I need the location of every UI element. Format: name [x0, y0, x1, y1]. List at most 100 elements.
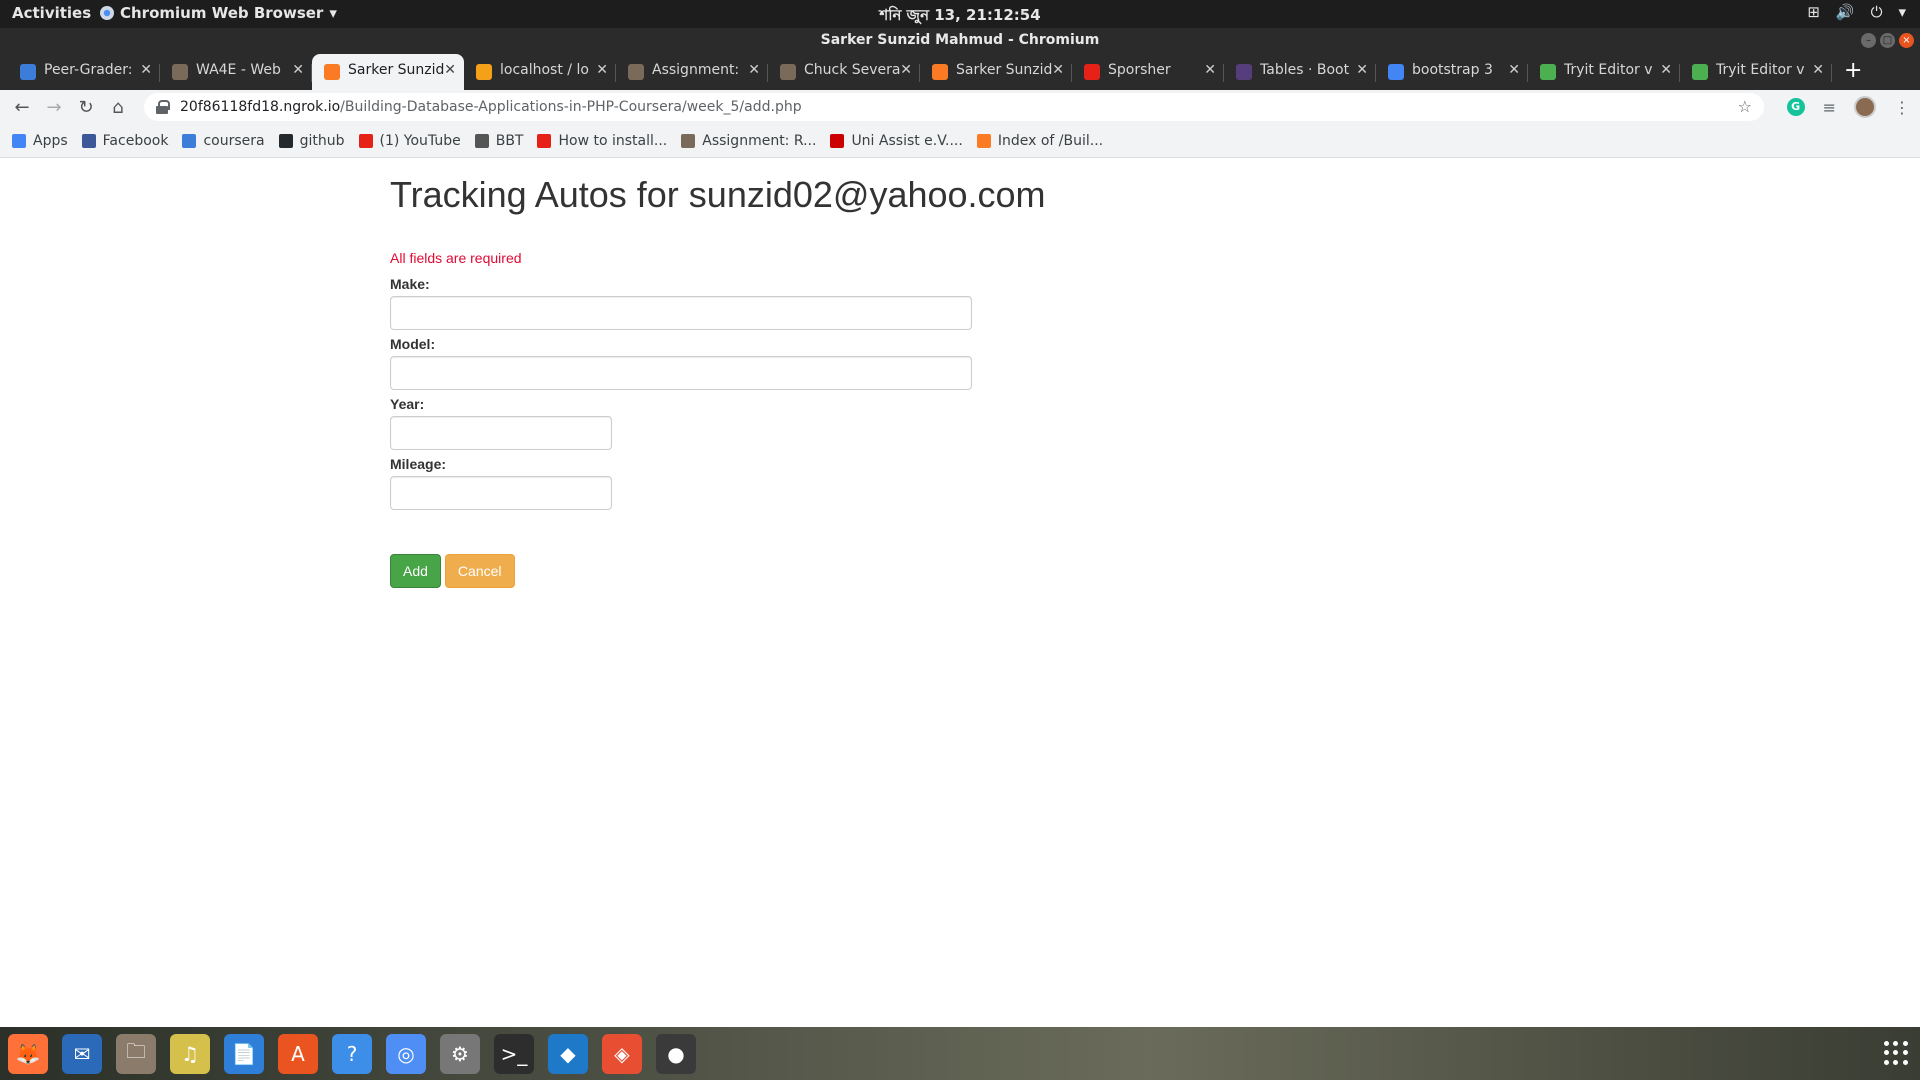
close-tab-icon[interactable]: ✕ — [444, 62, 456, 78]
xampp-icon — [932, 64, 948, 80]
browser-tab[interactable]: WA4E - Web ✕ — [160, 54, 312, 90]
bookmark-label: Apps — [33, 132, 68, 149]
browser-tab[interactable]: Sporsher ✕ — [1072, 54, 1224, 90]
maximize-icon[interactable]: □ — [1880, 33, 1895, 48]
bookmark-item[interactable]: Assignment: R... — [681, 133, 816, 149]
tab-label: Sarker Sunzid — [348, 62, 445, 78]
terminal-icon[interactable]: >_ — [494, 1033, 534, 1074]
close-tab-icon[interactable]: ✕ — [900, 62, 912, 78]
libreoffice-writer-icon[interactable]: 📄 — [224, 1033, 264, 1074]
tab-separator — [1831, 64, 1832, 82]
menu-icon[interactable]: ⋮ — [1894, 98, 1910, 117]
lock-icon[interactable] — [156, 100, 170, 114]
close-tab-icon[interactable]: ✕ — [748, 62, 760, 78]
browser-tab[interactable]: Chuck Severa ✕ — [768, 54, 920, 90]
year-input[interactable] — [390, 416, 612, 450]
browser-tab[interactable]: Assignment: ✕ — [616, 54, 768, 90]
tab-label: Tryit Editor v — [1716, 62, 1805, 78]
chromium-icon[interactable]: ◎ — [386, 1033, 426, 1074]
settings-icon[interactable]: ⚙ — [440, 1033, 480, 1074]
cancel-button[interactable]: Cancel — [444, 554, 515, 588]
bookmark-item[interactable]: How to install... — [537, 133, 667, 149]
browser-tab[interactable]: Sarker Sunzid ✕ — [920, 54, 1072, 90]
close-tab-icon[interactable]: ✕ — [1052, 62, 1064, 78]
phpmyadmin-icon — [476, 64, 492, 80]
screen-recorder-icon[interactable]: ● — [656, 1033, 696, 1074]
bookmark-item[interactable]: coursera — [182, 132, 265, 149]
browser-tab[interactable]: localhost / lo ✕ — [464, 54, 616, 90]
youtube-icon — [537, 133, 552, 148]
reload-icon[interactable]: ↻ — [70, 97, 102, 118]
rhythmbox-icon[interactable]: ♫ — [170, 1033, 210, 1074]
close-tab-icon[interactable]: ✕ — [1204, 62, 1216, 78]
bookmark-item[interactable]: Uni Assist e.V.... — [830, 133, 963, 149]
wa4e-icon — [172, 64, 188, 80]
app-menu-label: Chromium Web Browser — [120, 4, 324, 22]
home-icon[interactable]: ⌂ — [102, 97, 134, 118]
browser-tab[interactable]: Tryit Editor v ✕ — [1528, 54, 1680, 90]
youtube-icon — [358, 133, 373, 148]
close-icon[interactable]: × — [1899, 33, 1914, 48]
bookmark-item[interactable]: BBT — [474, 133, 523, 149]
close-tab-icon[interactable]: ✕ — [596, 62, 608, 78]
forward-icon[interactable]: → — [38, 97, 70, 118]
mileage-input[interactable] — [390, 476, 612, 510]
make-label: Make: — [390, 276, 430, 292]
browser-tab[interactable]: Peer-Grader: ✕ — [8, 54, 160, 90]
software-center-icon[interactable]: A — [278, 1033, 318, 1074]
bookmark-item[interactable]: Apps — [12, 133, 68, 149]
grammarly-extension-icon[interactable]: G — [1786, 98, 1805, 116]
browser-tab[interactable]: Sarker Sunzid ✕ — [312, 54, 464, 90]
close-tab-icon[interactable]: ✕ — [292, 62, 304, 78]
media-controls-icon[interactable]: ≡ — [1823, 98, 1836, 117]
dock: 🦊 ✉ 🗀 ♫ 📄 A? ◎ ⚙ >_ ◆ ◈ ● — [0, 1027, 1920, 1080]
add-button[interactable]: Add — [390, 554, 441, 588]
chevron-down-icon[interactable]: ▾ — [1898, 3, 1906, 21]
bookmark-star-icon[interactable]: ☆ — [1738, 97, 1752, 116]
wa4e-icon — [628, 64, 644, 80]
close-tab-icon[interactable]: ✕ — [1660, 62, 1672, 78]
app-menu[interactable]: Chromium Web Browser ▾ — [100, 4, 337, 22]
mileage-label: Mileage: — [390, 456, 447, 472]
activities-button[interactable]: Activities — [12, 4, 91, 22]
system-tray[interactable]: ⊞ 🔊 ⏻ ▾ — [1807, 3, 1906, 21]
make-input[interactable] — [390, 296, 972, 330]
bookmark-label: coursera — [203, 132, 265, 149]
address-bar[interactable]: 20f86118fd18.ngrok.io/Building-Database-… — [144, 93, 1764, 121]
web-page: Tracking Autos for sunzid02@yahoo.com Al… — [0, 159, 1920, 1027]
vscode-icon[interactable]: ◆ — [548, 1033, 588, 1074]
back-icon[interactable]: ← — [6, 97, 38, 118]
wa4e-icon — [681, 133, 696, 148]
network-icon[interactable]: ⊞ — [1807, 3, 1820, 21]
close-tab-icon[interactable]: ✕ — [1356, 62, 1368, 78]
bookmark-label: Index of /Buil... — [997, 132, 1104, 149]
power-icon[interactable]: ⏻ — [1871, 3, 1883, 21]
browser-tab[interactable]: Tables · Boot ✕ — [1224, 54, 1376, 90]
github-icon — [278, 133, 293, 148]
close-tab-icon[interactable]: ✕ — [1812, 62, 1824, 78]
bookmark-item[interactable]: github — [278, 133, 345, 149]
show-applications-icon[interactable] — [1884, 1041, 1908, 1065]
chromium-icon — [100, 6, 114, 20]
minimize-icon[interactable]: – — [1861, 33, 1876, 48]
browser-tab[interactable]: bootstrap 3 ✕ — [1376, 54, 1528, 90]
bookmark-item[interactable]: Index of /Buil... — [976, 132, 1104, 149]
globe-icon — [474, 133, 489, 148]
browser-tab[interactable]: Tryit Editor v ✕ — [1680, 54, 1832, 90]
bookmark-item[interactable]: Facebook — [81, 133, 168, 149]
files-icon[interactable]: 🗀 — [116, 1033, 156, 1074]
close-tab-icon[interactable]: ✕ — [1508, 62, 1520, 78]
bookmark-item[interactable]: (1) YouTube — [358, 133, 461, 149]
thunderbird-icon[interactable]: ✉ — [62, 1033, 102, 1074]
browser-toolbar: ← → ↻ ⌂ 20f86118fd18.ngrok.io/Building-D… — [0, 90, 1920, 124]
avatar[interactable] — [1854, 96, 1876, 118]
git-icon[interactable]: ◈ — [602, 1033, 642, 1074]
help-icon[interactable]: ? — [332, 1033, 372, 1074]
model-input[interactable] — [390, 356, 972, 390]
close-tab-icon[interactable]: ✕ — [140, 62, 152, 78]
firefox-icon[interactable]: 🦊 — [8, 1033, 48, 1074]
system-top-bar: Activities Chromium Web Browser ▾ শনি জু… — [0, 0, 1920, 28]
page-title: Tracking Autos for sunzid02@yahoo.com — [390, 174, 1046, 215]
new-tab-button[interactable]: + — [1832, 54, 1874, 90]
volume-icon[interactable]: 🔊 — [1836, 3, 1855, 21]
